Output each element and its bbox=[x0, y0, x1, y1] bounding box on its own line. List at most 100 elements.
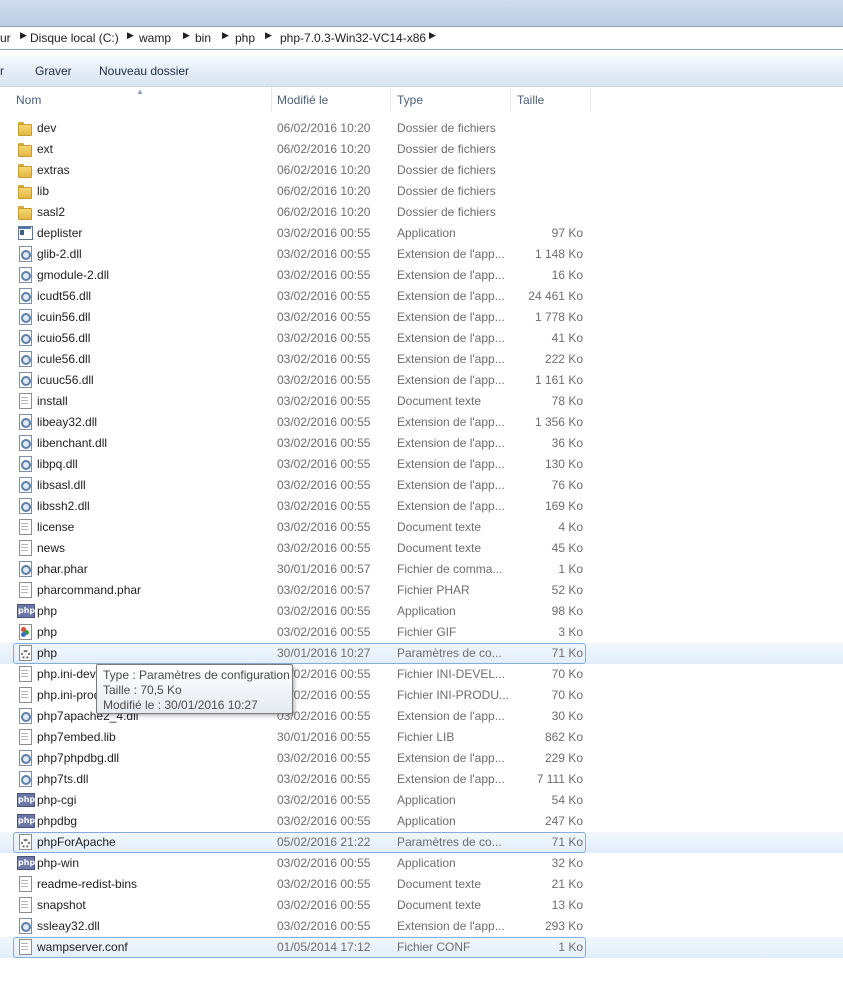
file-modified: 03/02/2016 00:55 bbox=[277, 814, 371, 828]
column-modified[interactable]: Modifié le bbox=[277, 93, 328, 107]
file-row[interactable]: php 03/02/2016 00:55 Fichier GIF 3 Ko bbox=[0, 622, 843, 643]
file-name: php-win bbox=[37, 856, 80, 870]
config-file-icon bbox=[17, 645, 33, 661]
file-name: snapshot bbox=[37, 898, 86, 912]
file-row[interactable]: libenchant.dll 03/02/2016 00:55 Extension … bbox=[0, 433, 843, 454]
file-type: Extension de l'app... bbox=[397, 310, 505, 324]
chevron-right-icon[interactable]: ▶ bbox=[20, 30, 27, 41]
chevron-right-icon[interactable]: ▶ bbox=[222, 30, 229, 41]
file-name: dev bbox=[37, 121, 57, 135]
file-size: 1 161 Ko bbox=[534, 373, 583, 387]
file-type: Extension de l'app... bbox=[397, 268, 505, 282]
file-row[interactable]: install 03/02/2016 00:55 Document texte 78 … bbox=[0, 391, 843, 412]
file-row[interactable]: license 03/02/2016 00:55 Document texte 4 K… bbox=[0, 517, 843, 538]
file-row[interactable]: extras 06/02/2016 10:20 Dossier de fichier… bbox=[0, 160, 843, 181]
chevron-right-icon[interactable]: ▶ bbox=[265, 30, 272, 41]
file-row[interactable]: phpForApache 05/02/2016 21:22 Paramètres d… bbox=[0, 832, 843, 853]
file-type: Extension de l'app... bbox=[397, 751, 505, 765]
column-name[interactable]: Nom bbox=[16, 93, 41, 107]
file-row[interactable]: readme-redist-bins 03/02/2016 00:55 Docume… bbox=[0, 874, 843, 895]
new-folder-button[interactable]: Nouveau dossier bbox=[99, 64, 189, 78]
file-modified: 06/02/2016 10:20 bbox=[277, 184, 371, 198]
file-type: Application bbox=[397, 793, 456, 807]
folder-icon bbox=[17, 141, 33, 157]
file-row[interactable]: pharcommand.phar 03/02/2016 00:57 Fichier … bbox=[0, 580, 843, 601]
file-size: 21 Ko bbox=[551, 877, 583, 891]
file-size: 1 Ko bbox=[558, 562, 583, 576]
file-size: 1 356 Ko bbox=[534, 415, 583, 429]
file-row[interactable]: php 30/01/2016 10:27 Paramètres de co... 71… bbox=[0, 643, 843, 664]
breadcrumb-item-wamp[interactable]: wamp bbox=[139, 31, 171, 45]
column-divider[interactable] bbox=[510, 87, 511, 111]
chevron-right-icon[interactable]: ▶ bbox=[429, 30, 436, 41]
file-modified: 03/02/2016 00:55 bbox=[277, 457, 371, 471]
file-row[interactable]: php7embed.lib 30/01/2016 00:55 Fichier LIB… bbox=[0, 727, 843, 748]
file-row[interactable]: icudt56.dll 03/02/2016 00:55 Extension de … bbox=[0, 286, 843, 307]
file-row[interactable]: php php 03/02/2016 00:55 Application 98 Ko bbox=[0, 601, 843, 622]
breadcrumb-item-computer[interactable]: ur bbox=[0, 31, 11, 45]
file-row[interactable]: php7ts.dll 03/02/2016 00:55 Extension de l… bbox=[0, 769, 843, 790]
file-type: Application bbox=[397, 226, 456, 240]
column-type[interactable]: Type bbox=[397, 93, 423, 107]
file-row[interactable]: lib 06/02/2016 10:20 Dossier de fichiers bbox=[0, 181, 843, 202]
file-row[interactable]: deplister 03/02/2016 00:55 Application 97 K… bbox=[0, 223, 843, 244]
tooltip-type: Type : Paramètres de configuration bbox=[103, 668, 290, 682]
file-row[interactable]: ssleay32.dll 03/02/2016 00:55 Extension de… bbox=[0, 916, 843, 937]
file-name: icudt56.dll bbox=[37, 289, 92, 303]
file-row[interactable]: libssh2.dll 03/02/2016 00:55 Extension de … bbox=[0, 496, 843, 517]
file-row[interactable]: wampserver.conf 01/05/2014 17:12 Fichier C… bbox=[0, 937, 843, 958]
file-row[interactable]: php phpdbg 03/02/2016 00:55 Application 247 … bbox=[0, 811, 843, 832]
file-row[interactable]: php7phpdbg.dll 03/02/2016 00:55 Extension … bbox=[0, 748, 843, 769]
file-row[interactable]: libeay32.dll 03/02/2016 00:55 Extension de… bbox=[0, 412, 843, 433]
breadcrumb-item-php[interactable]: php bbox=[235, 31, 255, 45]
text-file-icon bbox=[17, 666, 33, 682]
file-row[interactable]: snapshot 03/02/2016 00:55 Document texte 13… bbox=[0, 895, 843, 916]
file-type: Extension de l'app... bbox=[397, 373, 505, 387]
file-row[interactable]: icuio56.dll 03/02/2016 00:55 Extension de … bbox=[0, 328, 843, 349]
file-name: php bbox=[37, 646, 58, 660]
file-row[interactable]: php php-cgi 03/02/2016 00:55 Application 54 … bbox=[0, 790, 843, 811]
file-row[interactable]: php php-win 03/02/2016 00:55 Application 32 … bbox=[0, 853, 843, 874]
file-row[interactable]: icule56.dll 03/02/2016 00:55 Extension de … bbox=[0, 349, 843, 370]
chevron-right-icon[interactable]: ▶ bbox=[183, 30, 190, 41]
config-file-icon bbox=[17, 834, 33, 850]
file-row[interactable]: phar.phar 30/01/2016 00:57 Fichier de comm… bbox=[0, 559, 843, 580]
file-size: 45 Ko bbox=[551, 541, 583, 555]
toolbar-partial-button[interactable]: r bbox=[0, 64, 4, 78]
file-row[interactable]: dev 06/02/2016 10:20 Dossier de fichiers bbox=[0, 118, 843, 139]
burn-button[interactable]: Graver bbox=[35, 64, 72, 78]
file-row[interactable]: news 03/02/2016 00:55 Document texte 45 Ko bbox=[0, 538, 843, 559]
file-type: Dossier de fichiers bbox=[397, 121, 496, 135]
file-size: 4 Ko bbox=[558, 520, 583, 534]
dll-file-icon bbox=[17, 561, 33, 577]
column-size[interactable]: Taille bbox=[517, 93, 544, 107]
dll-file-icon bbox=[17, 477, 33, 493]
address-bar[interactable]: ur ▶ Disque local (C:) ▶ wamp ▶ bin ▶ ph… bbox=[0, 26, 843, 50]
text-file-icon bbox=[17, 897, 33, 913]
file-type: Dossier de fichiers bbox=[397, 163, 496, 177]
file-type: Fichier INI-PRODU... bbox=[397, 688, 510, 702]
file-row[interactable]: libsasl.dll 03/02/2016 00:55 Extension de … bbox=[0, 475, 843, 496]
chevron-right-icon[interactable]: ▶ bbox=[127, 30, 134, 41]
breadcrumb-item-drive[interactable]: Disque local (C:) bbox=[30, 31, 119, 45]
dll-file-icon bbox=[17, 246, 33, 262]
file-modified: 03/02/2016 00:55 bbox=[277, 415, 371, 429]
file-row[interactable]: icuuc56.dll 03/02/2016 00:55 Extension de … bbox=[0, 370, 843, 391]
file-row[interactable]: glib-2.dll 03/02/2016 00:55 Extension de l… bbox=[0, 244, 843, 265]
column-divider[interactable] bbox=[590, 87, 591, 111]
file-name: sasl2 bbox=[37, 205, 66, 219]
breadcrumb-item-php-version[interactable]: php-7.0.3-Win32-VC14-x86 bbox=[280, 31, 426, 45]
folder-icon bbox=[17, 120, 33, 136]
file-row[interactable]: sasl2 06/02/2016 10:20 Dossier de fichiers bbox=[0, 202, 843, 223]
column-divider[interactable] bbox=[390, 87, 391, 111]
file-row[interactable]: ext 06/02/2016 10:20 Dossier de fichiers bbox=[0, 139, 843, 160]
text-file-icon bbox=[17, 582, 33, 598]
breadcrumb-item-bin[interactable]: bin bbox=[195, 31, 211, 45]
file-row[interactable]: gmodule-2.dll 03/02/2016 00:55 Extension d… bbox=[0, 265, 843, 286]
file-name: php bbox=[37, 625, 58, 639]
file-type: Fichier INI-DEVEL... bbox=[397, 667, 506, 681]
column-divider[interactable] bbox=[271, 87, 272, 111]
file-row[interactable]: icuin56.dll 03/02/2016 00:55 Extension de … bbox=[0, 307, 843, 328]
file-type: Application bbox=[397, 814, 456, 828]
file-row[interactable]: libpq.dll 03/02/2016 00:55 Extension de l'… bbox=[0, 454, 843, 475]
